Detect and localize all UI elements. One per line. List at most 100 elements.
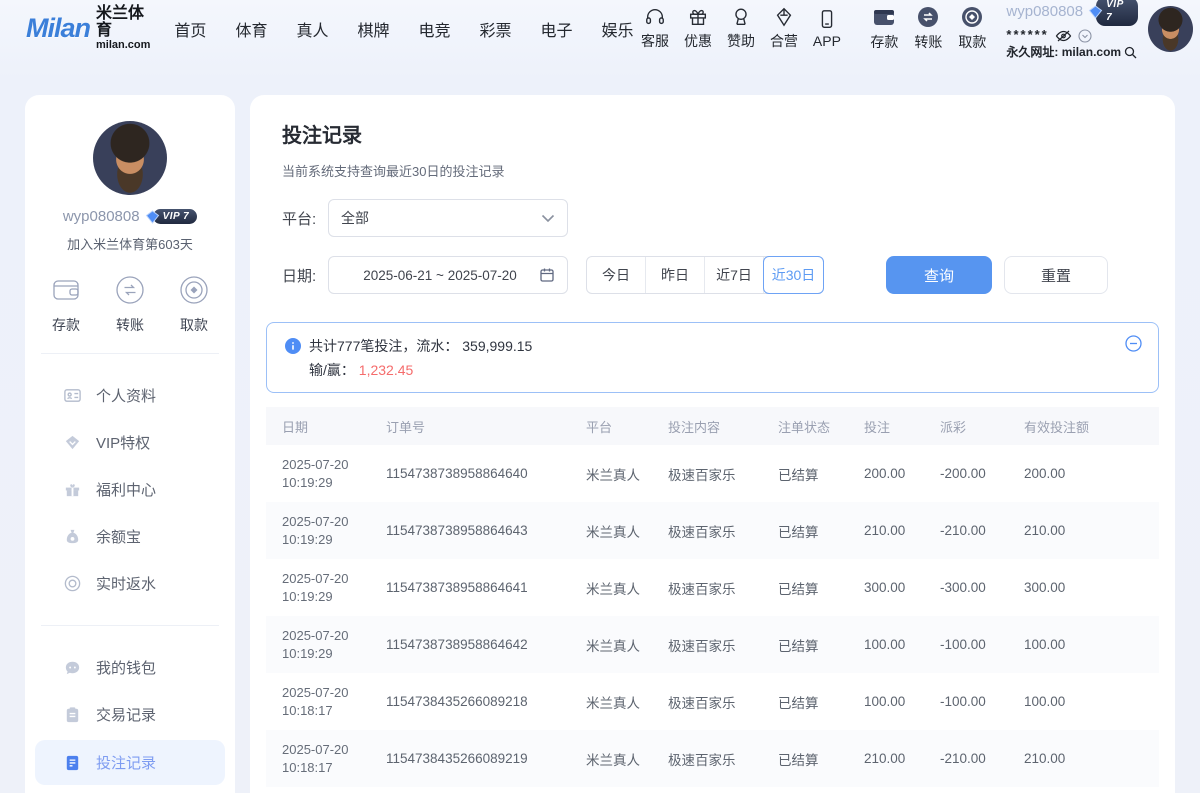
order-no: 1154738738958864642 xyxy=(386,616,586,673)
deposit-icon xyxy=(871,5,897,29)
partnership-item[interactable]: 合营 xyxy=(762,6,805,51)
status-text: 已结算 xyxy=(778,559,864,616)
sidebar-item-vip[interactable]: VIP特权 xyxy=(25,419,235,466)
app-item[interactable]: APP xyxy=(805,8,848,49)
vip-diamond-icon xyxy=(1088,5,1103,19)
table-row: 2025-07-2010:18:17 1154738435266089219 米… xyxy=(266,730,1159,787)
nav-home[interactable]: 首页 xyxy=(174,17,206,41)
col-bet: 投注 xyxy=(864,407,940,445)
status-text: 已结算 xyxy=(778,502,864,559)
sidebar-item-profile[interactable]: 个人资料 xyxy=(25,372,235,419)
refresh-circle-icon[interactable] xyxy=(1078,29,1092,43)
avatar-image xyxy=(93,121,167,195)
range-today-button[interactable]: 今日 xyxy=(587,257,646,293)
nav-entertainment[interactable]: 娱乐 xyxy=(602,17,634,41)
deposit-action[interactable]: 存款 xyxy=(49,273,83,335)
deposit-item[interactable]: 存款 xyxy=(862,5,906,52)
avatar-image xyxy=(1148,6,1193,52)
withdraw-icon xyxy=(960,5,984,29)
divider xyxy=(41,353,219,354)
order-no: 1154738435266089218 xyxy=(386,673,586,730)
table-row: 2025-07-2010:19:29 1154738738958864641 米… xyxy=(266,559,1159,616)
sponsor-icon xyxy=(730,6,752,28)
header-username: wyp080808 xyxy=(1006,3,1083,22)
vip-badge[interactable]: VIP 7 xyxy=(1088,0,1137,26)
sidebar-item-bet-records[interactable]: 投注记录 xyxy=(35,740,225,785)
records-table: 日期 订单号 平台 投注内容 注单状态 投注 派彩 有效投注额 2025-07-… xyxy=(266,407,1159,787)
col-date: 日期 xyxy=(266,407,386,445)
withdraw-action[interactable]: 取款 xyxy=(177,273,211,335)
platform-select[interactable]: 全部 xyxy=(328,199,568,237)
partnership-icon xyxy=(773,6,795,28)
sidebar-avatar[interactable] xyxy=(93,121,167,195)
eye-slash-icon[interactable] xyxy=(1055,29,1072,43)
vip-badge[interactable]: VIP 7 xyxy=(145,209,198,224)
col-content: 投注内容 xyxy=(668,407,778,445)
rebate-icon xyxy=(63,574,82,593)
withdraw-icon xyxy=(177,273,211,307)
search-icon[interactable] xyxy=(1124,46,1137,59)
sidebar-item-wallet[interactable]: 我的钱包 xyxy=(25,644,235,691)
transfer-item[interactable]: 转账 xyxy=(906,5,950,52)
sidebar-item-welfare[interactable]: 福利中心 xyxy=(25,466,235,513)
transfer-action[interactable]: 转账 xyxy=(113,273,147,335)
nav-live[interactable]: 真人 xyxy=(296,17,328,41)
nav-sports[interactable]: 体育 xyxy=(235,17,267,41)
top-bar: Milan 米兰体育 milan.com 首页 体育 真人 棋牌 电竞 彩票 电… xyxy=(0,0,1200,57)
id-card-icon xyxy=(63,386,82,405)
col-platform: 平台 xyxy=(586,407,668,445)
nav-cards[interactable]: 棋牌 xyxy=(357,17,389,41)
summary-winloss-label: 输/赢： xyxy=(309,362,355,378)
date-range-value: 2025-06-21 ~ 2025-07-20 xyxy=(341,268,539,283)
order-no: 1154738738958864640 xyxy=(386,445,586,502)
status-text: 已结算 xyxy=(778,445,864,502)
range-yesterday-button[interactable]: 昨日 xyxy=(646,257,705,293)
money-bag-icon xyxy=(63,527,82,546)
order-no: 1154738435266089219 xyxy=(386,730,586,787)
transfer-icon xyxy=(916,5,940,29)
headset-icon xyxy=(644,6,666,28)
sidebar-item-rebate[interactable]: 实时返水 xyxy=(25,560,235,607)
table-row: 2025-07-2010:19:29 1154738738958864642 米… xyxy=(266,616,1159,673)
withdraw-item[interactable]: 取款 xyxy=(950,5,994,52)
nav-esports[interactable]: 电竞 xyxy=(418,17,450,41)
collapse-icon[interactable] xyxy=(1125,335,1142,352)
table-row: 2025-07-2010:19:29 1154738738958864643 米… xyxy=(266,502,1159,559)
nav-lottery[interactable]: 彩票 xyxy=(480,17,512,41)
platform-label: 平台: xyxy=(282,208,328,229)
status-text: 已结算 xyxy=(778,673,864,730)
status-text: 已结算 xyxy=(778,616,864,673)
col-status: 注单状态 xyxy=(778,407,864,445)
sidebar-item-transactions[interactable]: 交易记录 xyxy=(25,691,235,738)
vip-diamond-icon xyxy=(63,433,82,452)
phone-icon xyxy=(816,8,838,30)
order-no: 1154738738958864641 xyxy=(386,559,586,616)
col-order-no: 订单号 xyxy=(386,407,586,445)
bet-record-icon xyxy=(63,753,82,772)
range-7days-button[interactable]: 近7日 xyxy=(705,257,764,293)
vip-diamond-icon xyxy=(145,210,160,224)
summary-turnover-value: 359,999.15 xyxy=(462,338,532,354)
main-nav: 首页 体育 真人 棋牌 电竞 彩票 电子 娱乐 xyxy=(174,17,633,41)
deposit-icon xyxy=(49,273,83,307)
promotions-item[interactable]: 优惠 xyxy=(677,6,720,51)
date-range-input[interactable]: 2025-06-21 ~ 2025-07-20 xyxy=(328,256,568,294)
sidebar-item-yuebao[interactable]: 余额宝 xyxy=(25,513,235,560)
site-logo[interactable]: Milan 米兰体育 milan.com xyxy=(26,6,150,51)
reset-button[interactable]: 重置 xyxy=(1004,256,1108,294)
search-button[interactable]: 查询 xyxy=(886,256,992,294)
sidebar: wyp080808 VIP 7 加入米兰体育第603天 存款 转账 取款 xyxy=(25,95,235,793)
nav-slots[interactable]: 电子 xyxy=(541,17,573,41)
header-avatar[interactable] xyxy=(1148,6,1193,52)
logo-script-text: Milan xyxy=(26,13,90,44)
table-header-row: 日期 订单号 平台 投注内容 注单状态 投注 派彩 有效投注额 xyxy=(266,407,1159,445)
user-info-block: wyp080808 VIP 7 ****** 永久网址: milan. xyxy=(1006,0,1137,60)
transfer-icon xyxy=(113,273,147,307)
sponsor-item[interactable]: 赞助 xyxy=(719,6,762,51)
range-30days-button[interactable]: 近30日 xyxy=(763,256,824,294)
customer-service-item[interactable]: 客服 xyxy=(634,6,677,51)
summary-winloss-value: 1,232.45 xyxy=(359,362,414,378)
date-filter-row: 日期: 2025-06-21 ~ 2025-07-20 今日 昨日 近7日 近3… xyxy=(282,256,1143,294)
date-label: 日期: xyxy=(282,265,328,286)
col-payout: 派彩 xyxy=(940,407,1024,445)
